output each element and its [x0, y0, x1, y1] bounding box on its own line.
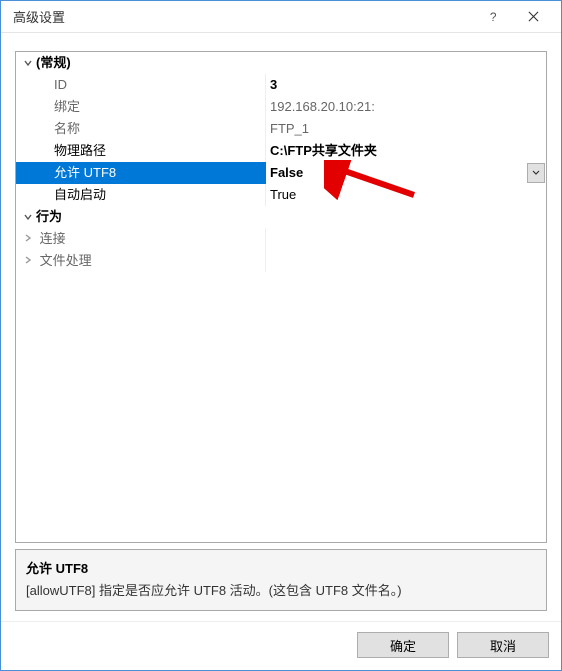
dialog-window: 高级设置 ? (常规) ID 3 绑定 192.168.20.10:21:: [0, 0, 562, 671]
close-icon: [528, 11, 539, 22]
window-title: 高级设置: [13, 7, 473, 26]
description-title: 允许 UTF8: [26, 558, 536, 577]
prop-value-text: False: [270, 162, 303, 184]
prop-value: C:\FTP共享文件夹: [266, 140, 546, 162]
prop-row-binding[interactable]: 绑定 192.168.20.10:21:: [16, 96, 546, 118]
prop-value: True: [266, 184, 546, 206]
prop-label: 自动启动: [16, 184, 266, 206]
titlebar: 高级设置 ?: [1, 1, 561, 33]
chevron-down-icon[interactable]: [20, 58, 36, 68]
chevron-down-icon: [532, 170, 540, 176]
prop-value: 192.168.20.10:21:: [266, 96, 546, 118]
prop-value: [266, 250, 546, 272]
subcategory-connection[interactable]: 连接: [16, 228, 546, 250]
ok-button[interactable]: 确定: [357, 632, 449, 658]
category-behavior[interactable]: 行为: [16, 206, 546, 228]
prop-row-path[interactable]: 物理路径 C:\FTP共享文件夹: [16, 140, 546, 162]
subcategory-filehandling[interactable]: 文件处理: [16, 250, 546, 272]
prop-label: 物理路径: [16, 140, 266, 162]
close-button[interactable]: [513, 2, 553, 32]
prop-row-utf8[interactable]: 允许 UTF8 False: [16, 162, 546, 184]
prop-row-id[interactable]: ID 3: [16, 74, 546, 96]
prop-label: ID: [16, 74, 266, 96]
subcategory-label: 文件处理: [16, 250, 266, 272]
category-behavior-label: 行为: [36, 206, 62, 228]
chevron-down-icon[interactable]: [20, 212, 36, 222]
cancel-button[interactable]: 取消: [457, 632, 549, 658]
prop-value: FTP_1: [266, 118, 546, 140]
prop-value: 3: [266, 74, 546, 96]
chevron-right-icon[interactable]: [20, 255, 36, 265]
prop-value: [266, 228, 546, 250]
description-panel: 允许 UTF8 [allowUTF8] 指定是否应允许 UTF8 活动。(这包含…: [15, 549, 547, 611]
chevron-right-icon[interactable]: [20, 233, 36, 243]
description-body: [allowUTF8] 指定是否应允许 UTF8 活动。(这包含 UTF8 文件…: [26, 580, 536, 599]
prop-label: 允许 UTF8: [16, 162, 266, 184]
prop-row-name[interactable]: 名称 FTP_1: [16, 118, 546, 140]
category-general-label: (常规): [36, 52, 71, 74]
button-bar: 确定 取消: [1, 621, 561, 670]
prop-row-autostart[interactable]: 自动启动 True: [16, 184, 546, 206]
dropdown-button[interactable]: [527, 163, 545, 183]
help-icon: ?: [488, 11, 499, 22]
prop-label: 绑定: [16, 96, 266, 118]
subcategory-label: 连接: [16, 228, 266, 250]
category-general[interactable]: (常规): [16, 52, 546, 74]
help-button[interactable]: ?: [473, 2, 513, 32]
property-grid: (常规) ID 3 绑定 192.168.20.10:21: 名称 FTP_1 …: [15, 51, 547, 543]
svg-text:?: ?: [489, 11, 496, 22]
prop-value[interactable]: False: [266, 162, 546, 184]
content-area: (常规) ID 3 绑定 192.168.20.10:21: 名称 FTP_1 …: [1, 33, 561, 621]
prop-label: 名称: [16, 118, 266, 140]
